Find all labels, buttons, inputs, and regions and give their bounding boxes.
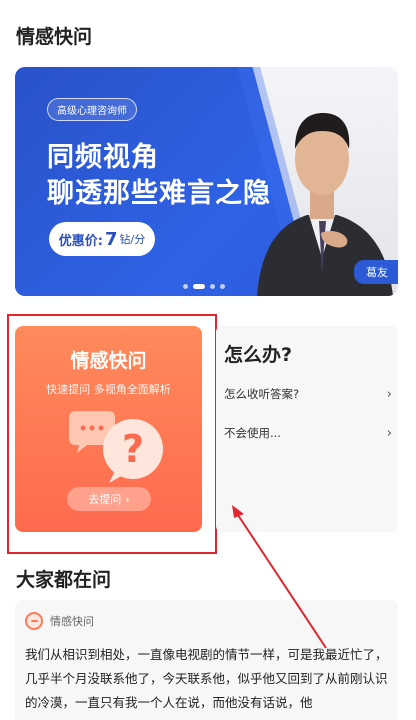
carousel-dot[interactable] — [183, 284, 188, 289]
price-unit: 钻/分 — [119, 233, 146, 246]
chevron-right-icon: › — [386, 425, 392, 441]
help-item-listen-answer[interactable]: 怎么收听答案? › — [224, 383, 392, 405]
chevron-right-icon: › — [386, 386, 392, 402]
help-item-label: 不会使用... — [224, 426, 281, 440]
carousel-dots[interactable] — [183, 284, 225, 289]
price-value: 7 — [104, 228, 118, 250]
section-title-everyone-asks: 大家都在问 — [16, 569, 112, 591]
banner-price-pill: 优惠价: 7 钻/分 — [49, 222, 155, 256]
carousel-dot[interactable] — [210, 284, 215, 289]
svg-text:?: ? — [122, 427, 144, 471]
question-card[interactable]: 情感快问 我们从相识到相处，一直像电视剧的情节一样，可是我最近忙了，几乎半个月没… — [15, 600, 398, 720]
question-category: 情感快问 — [50, 615, 94, 628]
question-header: 情感快问 — [25, 612, 94, 630]
chevron-right-icon: › — [125, 492, 130, 506]
banner-headline-1: 同频视角 — [47, 142, 159, 173]
card-title: 情感快问 — [70, 350, 147, 372]
help-item-label: 怎么收听答案? — [224, 387, 300, 401]
quick-question-card[interactable]: 情感快问 快速提问 多视角全面解析 ? 去提问 › — [15, 326, 202, 532]
help-item-how-to-use[interactable]: 不会使用... › — [224, 422, 392, 444]
question-text: 我们从相识到相处，一直像电视剧的情节一样，可是我最近忙了，几乎半个月没联系他了，… — [25, 647, 388, 710]
help-panel: 怎么办? 怎么收听答案? › 不会使用... › — [216, 326, 398, 532]
banner-headline-2: 聊透那些难言之隐 — [47, 178, 271, 209]
ask-question-button[interactable]: 去提问 › — [67, 487, 151, 511]
page-title: 情感快问 — [16, 26, 93, 48]
category-icon — [25, 612, 43, 630]
carousel-dot[interactable] — [220, 284, 225, 289]
price-label: 优惠价: — [58, 233, 103, 249]
card-subtitle: 快速提问 多视角全面解析 — [46, 383, 171, 396]
banner-tag: 高级心理咨询师 — [47, 98, 137, 121]
help-title: 怎么办? — [224, 344, 293, 366]
banner-badge: 葛友 — [354, 260, 398, 284]
promo-banner[interactable]: 高级心理咨询师 同频视角 聊透那些难言之隐 优惠价: 7 钻/分 葛友 — [15, 67, 398, 296]
ask-question-label: 去提问 — [88, 493, 122, 506]
carousel-dot-active[interactable] — [193, 284, 205, 289]
question-bubble-icon: ? — [69, 411, 163, 483]
